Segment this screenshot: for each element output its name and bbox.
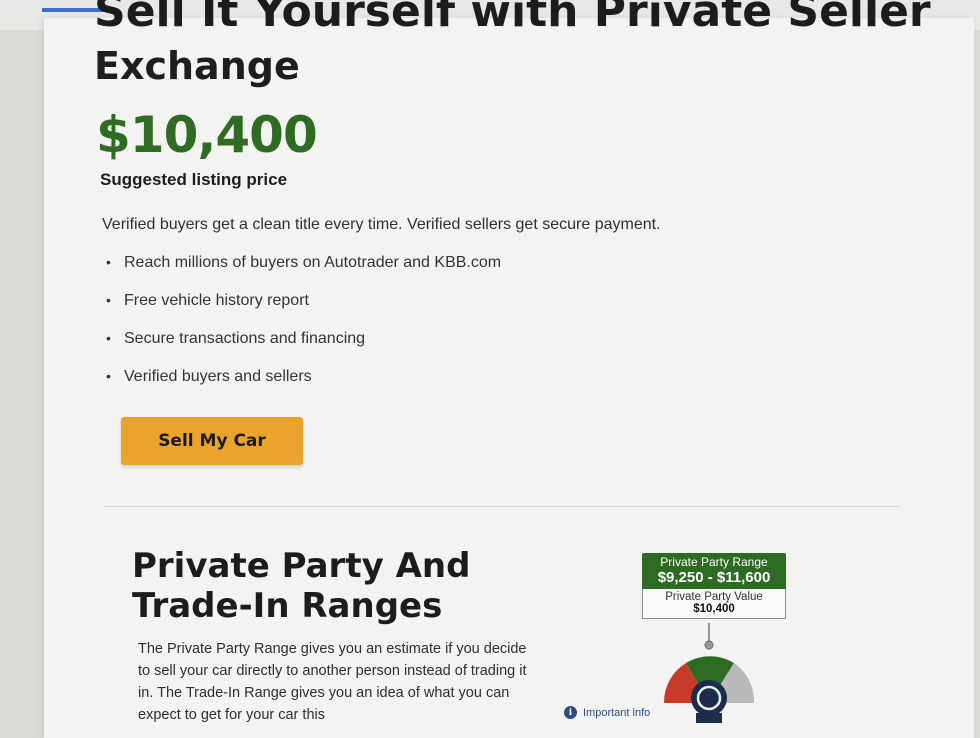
value-gauge-icon — [663, 623, 755, 723]
ranges-title-line2: Trade-In Ranges — [132, 586, 443, 626]
ranges-title-line1: Private Party And — [132, 546, 471, 586]
info-icon: i — [564, 706, 577, 719]
section-divider — [104, 506, 900, 507]
range-header: Private Party Range $9,250 - $11,600 — [642, 553, 786, 589]
list-item: • Reach millions of buyers on Autotrader … — [106, 254, 502, 271]
sell-my-car-button[interactable]: Sell My Car — [121, 417, 303, 465]
value-box: Private Party Value $10,400 — [642, 589, 786, 619]
list-item-text: Verified buyers and sellers — [124, 368, 312, 385]
price-caption: Suggested listing price — [100, 170, 288, 189]
important-info-label: Important info — [583, 706, 651, 719]
list-item-text: Secure transactions and financing — [124, 330, 366, 347]
list-item: • Verified buyers and sellers — [106, 368, 312, 385]
section-heading: Sell It Yourself with Private Seller — [94, 0, 931, 37]
section-heading-continued: Exchange — [94, 44, 300, 88]
ranges-title: Private Party And Trade-In Ranges — [132, 546, 470, 626]
benefits-list: • Reach millions of buyers on Autotrader … — [106, 248, 501, 400]
list-item-text: Free vehicle history report — [124, 292, 309, 309]
list-item: • Secure transactions and financing — [106, 330, 366, 347]
range-label: Private Party Range — [660, 555, 768, 569]
ranges-description: The Private Party Range gives you an est… — [138, 641, 527, 723]
important-info-link[interactable]: i Important info — [564, 706, 650, 719]
private-party-range-card: Private Party Range $9,250 - $11,600 Pri… — [642, 553, 786, 619]
suggested-price: $10,400 — [96, 106, 318, 164]
range-value: $9,250 - $11,600 — [657, 569, 771, 586]
page-content: Sell It Yourself with Private Seller Exc… — [44, 0, 974, 738]
intro-text: Verified buyers get a clean title every … — [102, 216, 661, 233]
value-amount: $10,400 — [693, 603, 735, 615]
list-item: • Free vehicle history report — [106, 292, 309, 309]
value-label: Private Party Value — [665, 591, 763, 603]
list-item-text: Reach millions of buyers on Autotrader a… — [124, 254, 502, 271]
